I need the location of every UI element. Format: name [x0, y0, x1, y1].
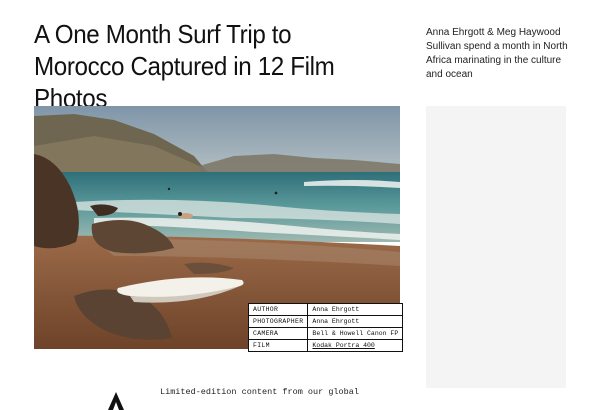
credit-label: PHOTOGRAPHER [247, 315, 309, 328]
credit-row-author: AUTHOR Anna Ehrgott [247, 303, 404, 316]
film-link[interactable]: Kodak Portra 400 [312, 342, 374, 349]
credit-row-camera: CAMERA Bell & Howell Canon FP [247, 327, 404, 340]
credit-label: FILM [247, 339, 309, 352]
credit-label: CAMERA [247, 327, 309, 340]
credit-label: AUTHOR [247, 303, 309, 316]
article-dek: Anna Ehrgott & Meg Haywood Sullivan spen… [426, 27, 568, 80]
credit-value: Kodak Portra 400 [307, 339, 404, 352]
publication-logo-icon [104, 390, 128, 410]
credit-row-photographer: PHOTOGRAPHER Anna Ehrgott [247, 315, 404, 328]
promo-text: Limited-edition content from our global [160, 387, 359, 397]
article-title: A One Month Surf Trip to Morocco Capture… [34, 19, 335, 113]
credit-value: Bell & Howell Canon FP [307, 327, 404, 340]
credit-value: Anna Ehrgott [307, 303, 404, 316]
credit-row-film: FILM Kodak Portra 400 [247, 339, 404, 352]
photo-credits-table: AUTHOR Anna Ehrgott PHOTOGRAPHER Anna Eh… [247, 303, 404, 352]
sidebar-ad-placeholder [426, 106, 566, 388]
credit-value: Anna Ehrgott [307, 315, 404, 328]
